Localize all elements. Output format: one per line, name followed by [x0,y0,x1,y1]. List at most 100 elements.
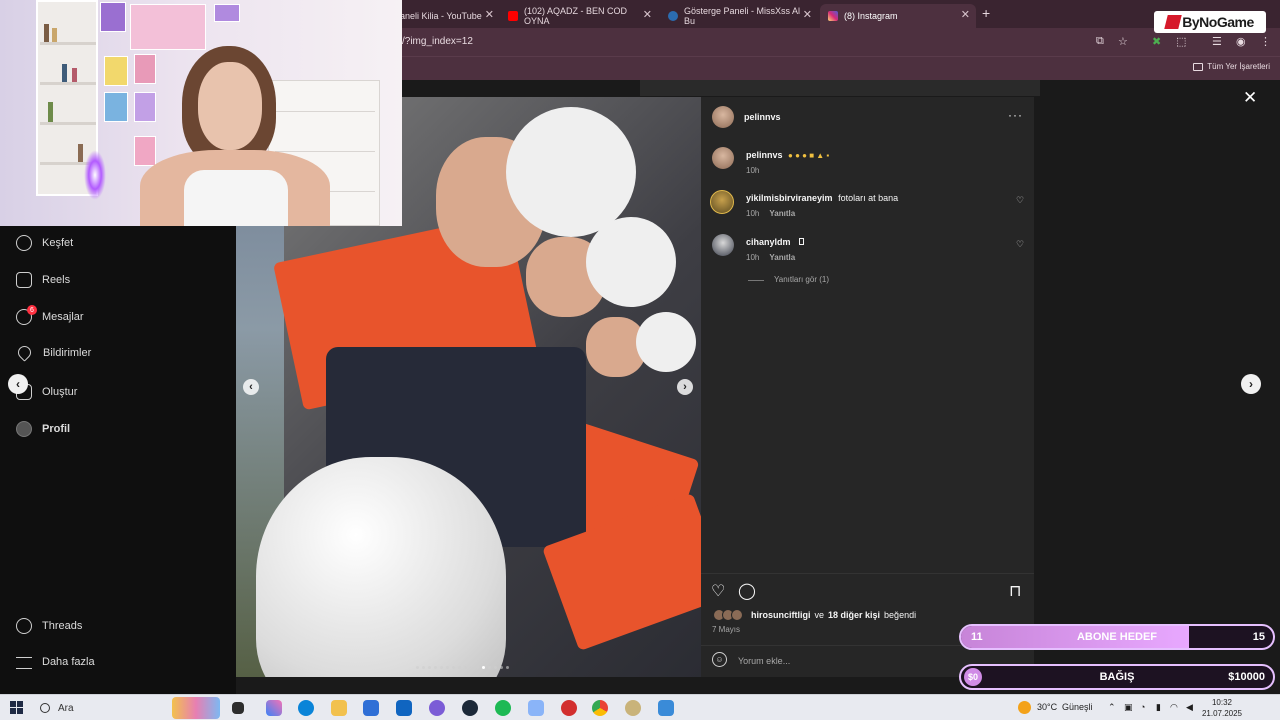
tray-network-icon[interactable]: ◔ [1140,702,1145,712]
copilot-icon[interactable] [266,700,282,716]
tab-instagram[interactable]: (8) Instagram ✕ [820,4,976,28]
like-comment-icon[interactable]: ♡ [1016,195,1024,206]
network-app-icon[interactable] [528,700,544,716]
spotify-icon[interactable] [495,700,511,716]
tray-chevron-up-icon[interactable]: ⌃ [1108,702,1116,713]
close-icon[interactable]: ✕ [803,8,812,21]
bynogame-logo: ByNoGame [1154,11,1266,33]
clock-date: 21.07.2025 [1201,709,1243,718]
folder-icon [1193,62,1204,71]
extension-x-icon[interactable]: ✖ [1152,35,1161,48]
media-controls-icon[interactable]: ☰ [1212,35,1222,48]
sidebar-item-profile[interactable]: Profil [16,421,70,437]
caption-username[interactable]: pelinnvs ● ● ● ■ ▲ ▪ [746,150,829,160]
post-date: 7 Mayıs [712,625,741,634]
weather-sun-icon[interactable] [1018,701,1031,714]
more-vertical-icon[interactable]: ⋮ [1260,35,1271,48]
carousel-dot [500,666,503,669]
profile-icon[interactable]: ◉ [1236,35,1246,48]
likes-summary[interactable]: hirosunciftligi ve 18 diğer kişi beğendi [713,609,916,621]
profile-avatar [16,421,32,437]
bookmark-icon[interactable]: ⊓ [1009,581,1021,601]
photo-white-helmet [256,457,506,677]
sidebar-item-notifications[interactable]: Bildirimler [15,343,91,362]
close-icon[interactable]: ✕ [643,8,652,21]
store-icon[interactable] [363,700,379,716]
commenter-avatar[interactable] [710,190,734,214]
more-horizontal-icon[interactable]: ··· [1008,108,1023,122]
puzzle-icon[interactable]: ⬚ [1176,35,1186,48]
audio-app-icon[interactable] [625,700,641,716]
view-replies-button[interactable]: Yanıtları gör (1) [774,275,829,284]
tab-youtube-aqadz[interactable]: (102) AQADZ - BEN COD OYNA ✕ [500,4,658,28]
post-author[interactable]: pelinnvs [744,112,781,122]
tray-volume-icon[interactable]: ◀ [1186,702,1193,713]
taskbar-search-label: Ara [58,702,74,714]
file-explorer-icon[interactable] [331,700,347,716]
wall-poster [134,54,156,84]
caption-emojis-icon: ● ● ● ■ ▲ ▪ [788,151,830,160]
steam-icon[interactable] [462,700,478,716]
tab-dashboard[interactable]: Gösterge Paneli - MissXss Al Bu ✕ [660,4,818,28]
weather-temp[interactable]: 30°C [1037,702,1057,712]
comment-user[interactable]: cihanyldm [746,237,791,247]
caption-user[interactable]: pelinnvs [746,150,783,160]
close-icon[interactable]: ✕ [1243,88,1257,108]
sidebar-item-label: Reels [42,274,71,286]
like-comment-icon[interactable]: ♡ [1016,239,1024,250]
edge-icon[interactable] [298,700,314,716]
author-avatar[interactable] [712,106,734,128]
obs-icon[interactable] [429,700,445,716]
comment-input[interactable] [738,653,978,669]
close-icon[interactable]: ✕ [485,8,494,21]
reply-button[interactable]: Yanıtla [769,253,795,262]
sidebar-item-messages[interactable]: 6 Mesajlar [16,305,84,325]
emoji-icon[interactable]: ☺ [712,652,727,667]
windows-start-icon[interactable] [10,701,23,714]
photos-app-icon[interactable] [658,700,674,716]
comment-text: fotoları at bana [838,193,899,203]
tray-wifi-icon[interactable]: ◠ [1170,702,1178,713]
book [48,102,53,122]
book [78,144,83,162]
photo-helmet [586,217,676,307]
comment-user[interactable]: yikilmisbirviraneyim [746,193,833,203]
prev-post-icon[interactable]: ‹ [8,374,28,394]
reply-button[interactable]: Yanıtla [769,209,795,218]
tray-mic-icon[interactable]: ▮ [1156,702,1161,713]
all-bookmarks[interactable]: Tüm Yer İşaretleri [1193,62,1270,71]
task-view-icon[interactable] [232,702,244,714]
sidebar-item-more[interactable]: Daha fazla [16,655,95,669]
next-post-icon[interactable]: › [1241,374,1261,394]
commenter-avatar[interactable] [712,234,734,256]
donation-target: $10000 [1228,671,1265,683]
shelf-row [40,42,96,45]
sidebar-item-explore[interactable]: Keşfet [16,235,73,251]
tab-youtube-kilia[interactable]: aneli Kilia - YouTube ✕ [392,4,500,28]
wall-poster [134,136,156,166]
tray-app-icon[interactable]: ▣ [1124,702,1133,713]
game-app-icon[interactable] [561,700,577,716]
sidebar-item-threads[interactable]: Threads [16,618,82,634]
reels-icon [16,272,32,288]
carousel-dot [506,666,509,669]
close-icon[interactable]: ✕ [961,8,970,21]
photo-next-icon[interactable]: › [677,379,693,395]
sidebar-item-reels[interactable]: Reels [16,272,70,288]
like-icon[interactable]: ♡ [711,581,725,601]
wall-poster [104,56,128,86]
plus-icon[interactable]: + [982,5,990,21]
chrome-icon[interactable] [592,700,608,716]
likes-user[interactable]: hirosunciftligi [751,610,811,620]
weather-desc[interactable]: Güneşli [1062,702,1093,712]
outlook-icon[interactable] [396,700,412,716]
taskbar-clock[interactable]: 10:32 21.07.2025 [1200,697,1244,719]
webcam-person-face [198,62,262,150]
likes-others[interactable]: 18 diğer kişi [828,610,880,620]
caption-avatar[interactable] [712,147,734,169]
photo-prev-icon[interactable]: ‹ [243,379,259,395]
url-text[interactable]: /?img_index=12 [402,36,473,47]
star-icon[interactable]: ☆ [1118,35,1128,48]
install-app-icon[interactable]: ⧉ [1096,35,1104,48]
comment-icon[interactable]: ◯ [738,581,756,601]
